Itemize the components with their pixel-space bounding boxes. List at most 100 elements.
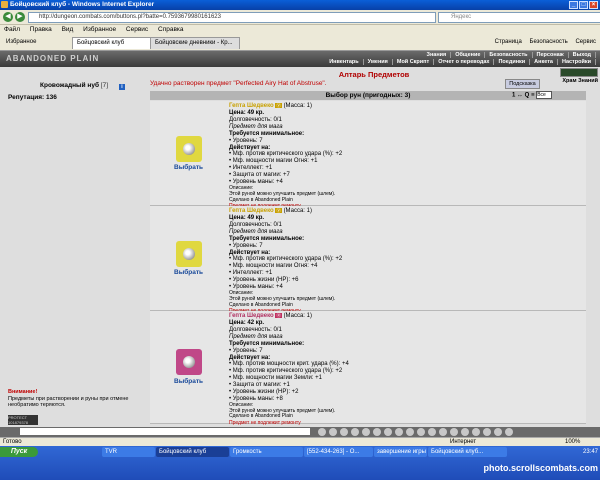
chat-icon-16[interactable] <box>483 428 491 436</box>
back-button[interactable]: ◀ <box>3 12 13 22</box>
left-panel: Кровожадный нуб [7] i Репутация: 136 Вни… <box>0 67 148 427</box>
item-mass: (Масса: 1) <box>283 208 312 215</box>
chat-bar <box>0 427 600 437</box>
task-endgame[interactable]: завершение игры <box>374 447 427 457</box>
gem-icon <box>183 143 195 155</box>
act-line: • Интеллект: +1 <box>229 270 273 277</box>
chat-icon-9[interactable] <box>406 428 414 436</box>
reputation: Репутация: 136 <box>8 94 57 101</box>
chat-icon-4[interactable] <box>351 428 359 436</box>
chat-icon-8[interactable] <box>395 428 403 436</box>
chat-icon-10[interactable] <box>417 428 425 436</box>
page-title: Алтарь Предметов <box>338 70 410 79</box>
act-line: • Мф. против критического удара (%): +2 <box>229 368 343 375</box>
menu-favorites[interactable]: Избранное <box>83 26 116 33</box>
minimize-button[interactable]: _ <box>569 1 578 9</box>
security-menu[interactable]: Безопасность <box>530 39 568 45</box>
act-line: • Мф. против критического удара (%): +2 <box>229 256 343 263</box>
nav-profile[interactable]: Анкета <box>530 59 558 65</box>
nav-skills[interactable]: Умения <box>364 59 393 65</box>
tab-diaries[interactable]: Бойцовские дневники - Кр... <box>150 37 240 49</box>
act-line: • Уровень маны: +4 <box>229 284 283 291</box>
game-header: ABANDONED PLAIN Знания Общение Безопасно… <box>0 51 600 67</box>
menu-edit[interactable]: Правка <box>30 26 52 33</box>
filter-select[interactable]: Все <box>536 91 553 99</box>
chat-icon-15[interactable] <box>472 428 480 436</box>
item-info: Гепта Шедвеко Ⓡ (Масса: 1) Цена: 42 кр. … <box>229 313 584 427</box>
item-mass: (Масса: 1) <box>283 103 312 110</box>
start-button[interactable]: Пуск <box>0 447 38 457</box>
item-purpose: Предмет для мага <box>229 333 283 340</box>
hint-button[interactable]: Подсказка <box>505 79 540 89</box>
task-icq[interactable]: [552-434-263] - О... <box>304 447 373 457</box>
req-title: Требуется минимальное: <box>229 340 305 347</box>
pick-button[interactable]: Выбрать <box>174 164 203 171</box>
window-title: Бойцовский клуб - Windows Internet Explo… <box>10 1 155 8</box>
chat-icon-17[interactable] <box>494 428 502 436</box>
nav-knowledge[interactable]: Знания <box>423 52 452 58</box>
menu-help[interactable]: Справка <box>158 26 184 33</box>
pick-button[interactable]: Выбрать <box>174 269 203 276</box>
list-item: Выбрать Гепта Шедвеко Ⓡ (Масса: 1) Цена:… <box>150 311 586 427</box>
tab-fightclub[interactable]: Бойцовский клуб <box>72 37 152 49</box>
location-label[interactable]: Храм Знаний <box>538 78 598 84</box>
favorites-button[interactable]: Избранное <box>2 37 40 48</box>
chat-icon-1[interactable] <box>318 428 326 436</box>
item-name[interactable]: Гепта Шедвеко <box>229 313 274 319</box>
task-fightclub[interactable]: Бойцовский клуб <box>156 447 229 457</box>
nav-character[interactable]: Персонаж <box>533 52 569 58</box>
nav-security[interactable]: Безопасность <box>485 52 533 58</box>
list-item: Выбрать Гепта Шедвеко Ⓥ (Масса: 1) Цена:… <box>150 206 586 314</box>
chat-icon-14[interactable] <box>461 428 469 436</box>
item-name[interactable]: Гепта Шедвеко <box>229 208 274 214</box>
chat-icon-5[interactable] <box>362 428 370 436</box>
chat-icon-11[interactable] <box>428 428 436 436</box>
nav-inventory[interactable]: Инвентарь <box>325 59 364 65</box>
act-line: • Уровень маны: +8 <box>229 395 283 402</box>
nav-exit[interactable]: Выход <box>569 52 596 58</box>
chat-icon-3[interactable] <box>340 428 348 436</box>
item-price: Цена: 49 кр. <box>229 109 265 116</box>
taskbar: Пуск TVR Бойцовский клуб Громкость [552-… <box>0 446 600 480</box>
url-input[interactable]: http://dungeon.combats.com/buttons.pl?ba… <box>28 12 436 23</box>
tray-clock[interactable]: 23:47 <box>583 447 598 457</box>
list-tools: 1 ↔ Q ≡ Все <box>512 91 553 101</box>
page-menu[interactable]: Страница <box>495 39 522 45</box>
counter-badge[interactable]: PROTECT 101879378 <box>8 415 38 425</box>
chat-icon-13[interactable] <box>450 428 458 436</box>
search-input[interactable]: Яндекс <box>438 12 600 23</box>
task-tvr[interactable]: TVR <box>102 447 155 457</box>
list-tool-icons[interactable]: 1 ↔ Q ≡ <box>512 93 535 99</box>
menu-view[interactable]: Вид <box>62 26 74 33</box>
ie-icon <box>1 1 8 8</box>
nav-script[interactable]: Мой Скрипт <box>393 59 435 65</box>
menu-file[interactable]: Файл <box>4 26 20 33</box>
rune-image[interactable] <box>176 241 202 267</box>
chat-input[interactable] <box>20 428 310 435</box>
forward-button[interactable]: ▶ <box>15 12 25 22</box>
tools-menu[interactable]: Сервис <box>575 39 596 45</box>
chat-icon-18[interactable] <box>505 428 513 436</box>
item-name[interactable]: Гепта Шедвеко <box>229 103 274 109</box>
close-button[interactable]: × <box>589 1 598 9</box>
task-fightclub-2[interactable]: Бойцовский клуб... <box>428 447 507 457</box>
chat-icon-7[interactable] <box>384 428 392 436</box>
item-durability: Долговечность: 0/1 <box>229 326 282 333</box>
nav-transfers[interactable]: Отчет о переводах <box>434 59 495 65</box>
nav-battles[interactable]: Поединки <box>494 59 531 65</box>
character-name[interactable]: Кровожадный нуб [7] i <box>40 82 125 90</box>
task-volume[interactable]: Громкость <box>230 447 303 457</box>
info-icon[interactable]: i <box>119 84 125 90</box>
chat-icon-12[interactable] <box>439 428 447 436</box>
character-level: [7] <box>100 82 109 89</box>
nav-chat[interactable]: Общение <box>451 52 486 58</box>
rune-image[interactable] <box>176 349 202 375</box>
rune-image[interactable] <box>176 136 202 162</box>
act-line: • Защита от магии: +7 <box>229 172 290 179</box>
pick-button[interactable]: Выбрать <box>174 378 203 385</box>
menu-tools[interactable]: Сервис <box>126 26 148 33</box>
maximize-button[interactable]: □ <box>579 1 588 9</box>
nav-settings[interactable]: Настройки <box>558 59 596 65</box>
chat-icon-6[interactable] <box>373 428 381 436</box>
chat-icon-2[interactable] <box>329 428 337 436</box>
